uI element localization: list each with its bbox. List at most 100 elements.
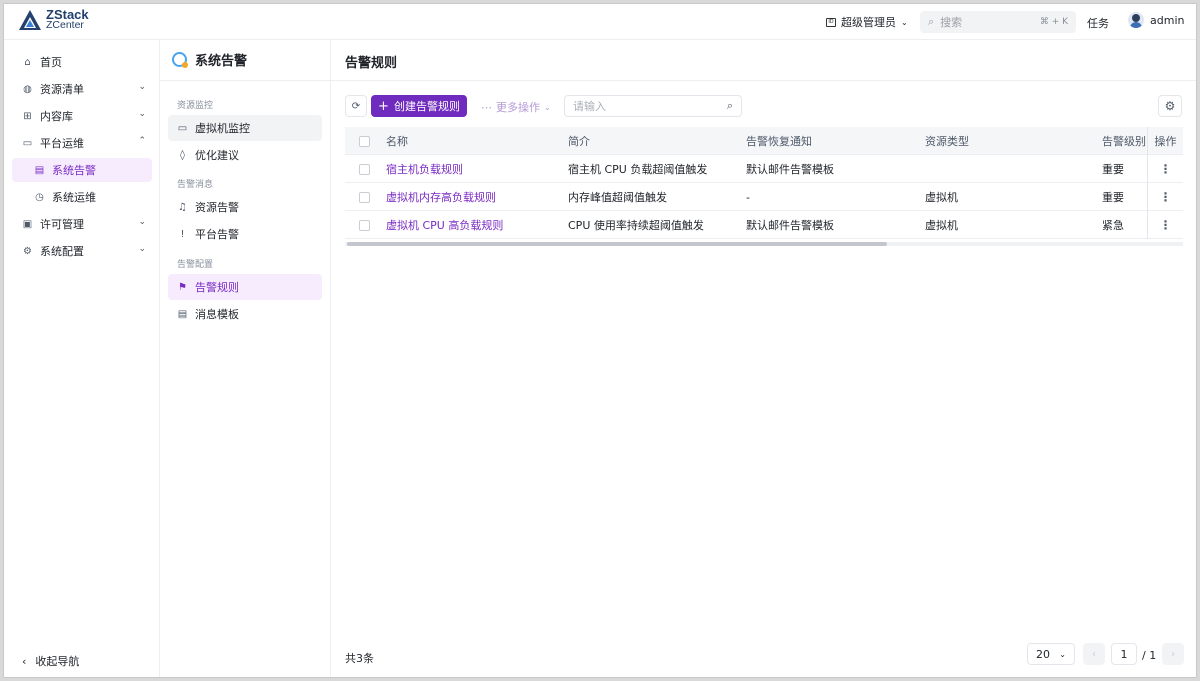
rule-notify: 默认邮件告警模板 [746, 219, 834, 232]
chevron-down-icon: ⌄ [138, 82, 146, 92]
nav-label: 平台运维 [40, 137, 84, 150]
page-number-input[interactable]: 1 [1111, 643, 1137, 665]
chevron-down-icon: ⌄ [138, 109, 146, 119]
horizontal-scrollbar[interactable] [345, 242, 1183, 246]
rule-search-input[interactable]: 请输入 ⌕ [564, 95, 742, 117]
nav-label: 系统告警 [52, 164, 96, 177]
subnav-label: 消息模板 [195, 308, 239, 321]
gear-icon: ⚙ [1164, 99, 1176, 113]
divider [331, 80, 1196, 81]
prev-page-button[interactable]: ‹ [1083, 643, 1105, 665]
nav-item-system-ops[interactable]: ◷ 系统运维 [12, 185, 152, 209]
nav-item-platform-ops[interactable]: ▭ 平台运维 ⌃ [12, 131, 152, 155]
subnav-item-resource-alarm[interactable]: ♫ 资源告警 [168, 194, 322, 220]
column-header-desc[interactable]: 简介 [568, 127, 590, 155]
more-label: 更多操作 [496, 101, 540, 114]
main-content: 告警规则 ⟳ + 创建告警规则 ⋯ 更多操作 ⌄ 请输入 ⌕ ⚙ 名称 简介 告… [331, 40, 1196, 677]
table-header: 名称 简介 告警恢复通知 资源类型 告警级别 操作 [345, 127, 1183, 155]
chevron-up-icon: ⌃ [138, 136, 146, 146]
global-search[interactable]: ⌕ 搜索 ⌘ + K [920, 11, 1076, 33]
alarm-module-icon [172, 52, 188, 68]
select-all-checkbox[interactable] [359, 135, 370, 147]
role-switcher[interactable]: ID 超级管理员 ⌄ [826, 14, 908, 30]
page-total: / 1 [1142, 649, 1157, 662]
subnav-item-platform-alarm[interactable]: ! 平台告警 [168, 221, 322, 247]
subnav-label: 资源告警 [195, 201, 239, 214]
nav-item-resources[interactable]: ◍ 资源清单 ⌄ [12, 77, 152, 101]
row-checkbox[interactable] [359, 163, 370, 175]
refresh-icon: ⟳ [351, 100, 361, 112]
subnav-item-optimize[interactable]: ◊ 优化建议 [168, 142, 322, 168]
table-settings-button[interactable]: ⚙ [1158, 95, 1182, 117]
group-label-config: 告警配置 [177, 260, 214, 270]
page-size-select[interactable]: 20 ⌄ [1027, 643, 1075, 665]
nav-item-home[interactable]: ⌂ 首页 [12, 50, 152, 74]
nav-item-system-alarm[interactable]: ▤ 系统告警 [12, 158, 152, 182]
subnav-label: 平台告警 [195, 228, 239, 241]
subnav-item-msg-template[interactable]: ▤ 消息模板 [168, 301, 322, 327]
nav-item-license[interactable]: ▣ 许可管理 ⌄ [12, 212, 152, 236]
nav-label: 首页 [40, 56, 62, 69]
row-checkbox[interactable] [359, 191, 370, 203]
user-menu[interactable]: admin [1128, 12, 1184, 28]
create-alarm-rule-button[interactable]: + 创建告警规则 [371, 95, 467, 117]
subnav-label: 优化建议 [195, 149, 239, 162]
page-size-value: 20 [1036, 647, 1050, 661]
alert-icon: ! [180, 228, 185, 240]
rule-name-link[interactable]: 宿主机负载规则 [386, 155, 463, 183]
column-header-type[interactable]: 资源类型 [925, 127, 969, 155]
chevron-down-icon: ⌄ [901, 17, 908, 27]
column-header-level[interactable]: 告警级别 [1102, 127, 1146, 155]
role-label: 超级管理员 [841, 16, 896, 29]
more-vertical-icon: ⋮ [1159, 218, 1172, 232]
rule-name-link[interactable]: 虚拟机内存高负载规则 [386, 183, 496, 211]
row-checkbox[interactable] [359, 219, 370, 231]
rule-search-placeholder: 请输入 [573, 100, 606, 113]
group-label-messages: 告警消息 [177, 180, 214, 190]
scrollbar-thumb[interactable] [347, 242, 887, 246]
row-actions-button[interactable]: ⋮ [1147, 155, 1183, 183]
rule-desc: 内存峰值超阈值触发 [568, 191, 667, 204]
rule-type: 虚拟机 [925, 219, 958, 232]
home-icon: ⌂ [24, 56, 31, 68]
template-icon: ▤ [177, 308, 188, 320]
chevron-down-icon: ⌄ [1059, 649, 1066, 659]
group-label-monitor: 资源监控 [177, 101, 214, 111]
next-page-button[interactable]: › [1162, 643, 1184, 665]
nav-label: 系统运维 [52, 191, 96, 204]
nav-label: 内容库 [40, 110, 73, 123]
subnav-label: 告警规则 [195, 281, 239, 294]
more-icon: ⋯ [481, 100, 492, 114]
zstack-logo[interactable]: ZStack ZCenter [18, 8, 89, 31]
top-bar: ZStack ZCenter ID 超级管理员 ⌄ ⌕ 搜索 ⌘ + K 任务 … [4, 4, 1196, 40]
chevron-down-icon: ⌄ [138, 217, 146, 227]
globe-icon: ◍ [23, 83, 32, 95]
rule-level: 重要 [1102, 191, 1124, 204]
more-vertical-icon: ⋮ [1159, 162, 1172, 176]
collapse-nav-button[interactable]: ‹ 收起导航 [22, 653, 79, 669]
row-actions-button[interactable]: ⋮ [1147, 211, 1183, 239]
column-header-name[interactable]: 名称 [386, 127, 408, 155]
sub-nav: 系统告警 资源监控 ▭ 虚拟机监控 ◊ 优化建议 告警消息 ♫ 资源告警 ! 平… [160, 40, 331, 677]
row-actions-button[interactable]: ⋮ [1147, 183, 1183, 211]
rule-name-link[interactable]: 虚拟机 CPU 高负载规则 [386, 211, 503, 239]
column-header-ops: 操作 [1147, 127, 1183, 155]
role-icon: ID [826, 17, 836, 27]
subnav-item-vm-monitor[interactable]: ▭ 虚拟机监控 [168, 115, 322, 141]
total-count: 共3条 [345, 652, 374, 665]
chevron-down-icon: ⌄ [138, 244, 146, 254]
nav-item-library[interactable]: ⊞ 内容库 ⌄ [12, 104, 152, 128]
column-header-notify[interactable]: 告警恢复通知 [746, 127, 812, 155]
user-name: admin [1150, 13, 1185, 27]
tasks-button[interactable]: 任务 [1087, 15, 1109, 31]
refresh-button[interactable]: ⟳ [345, 95, 367, 117]
nav-item-system-config[interactable]: ⚙ 系统配置 ⌄ [12, 239, 152, 263]
left-nav: ⌂ 首页 ◍ 资源清单 ⌄ ⊞ 内容库 ⌄ ▭ 平台运维 ⌃ ▤ 系统告警 ◷ … [4, 40, 160, 677]
table-row: 虚拟机 CPU 高负载规则 CPU 使用率持续超阈值触发 默认邮件告警模板 虚拟… [345, 211, 1183, 239]
chevron-left-icon: ‹ [22, 654, 27, 668]
more-actions-button[interactable]: ⋯ 更多操作 ⌄ [481, 99, 551, 115]
subnav-item-alarm-rules[interactable]: ⚑ 告警规则 [168, 274, 322, 300]
drop-icon: ◊ [180, 149, 185, 161]
search-icon: ⌕ [928, 15, 935, 28]
rule-desc: CPU 使用率持续超阈值触发 [568, 219, 704, 232]
